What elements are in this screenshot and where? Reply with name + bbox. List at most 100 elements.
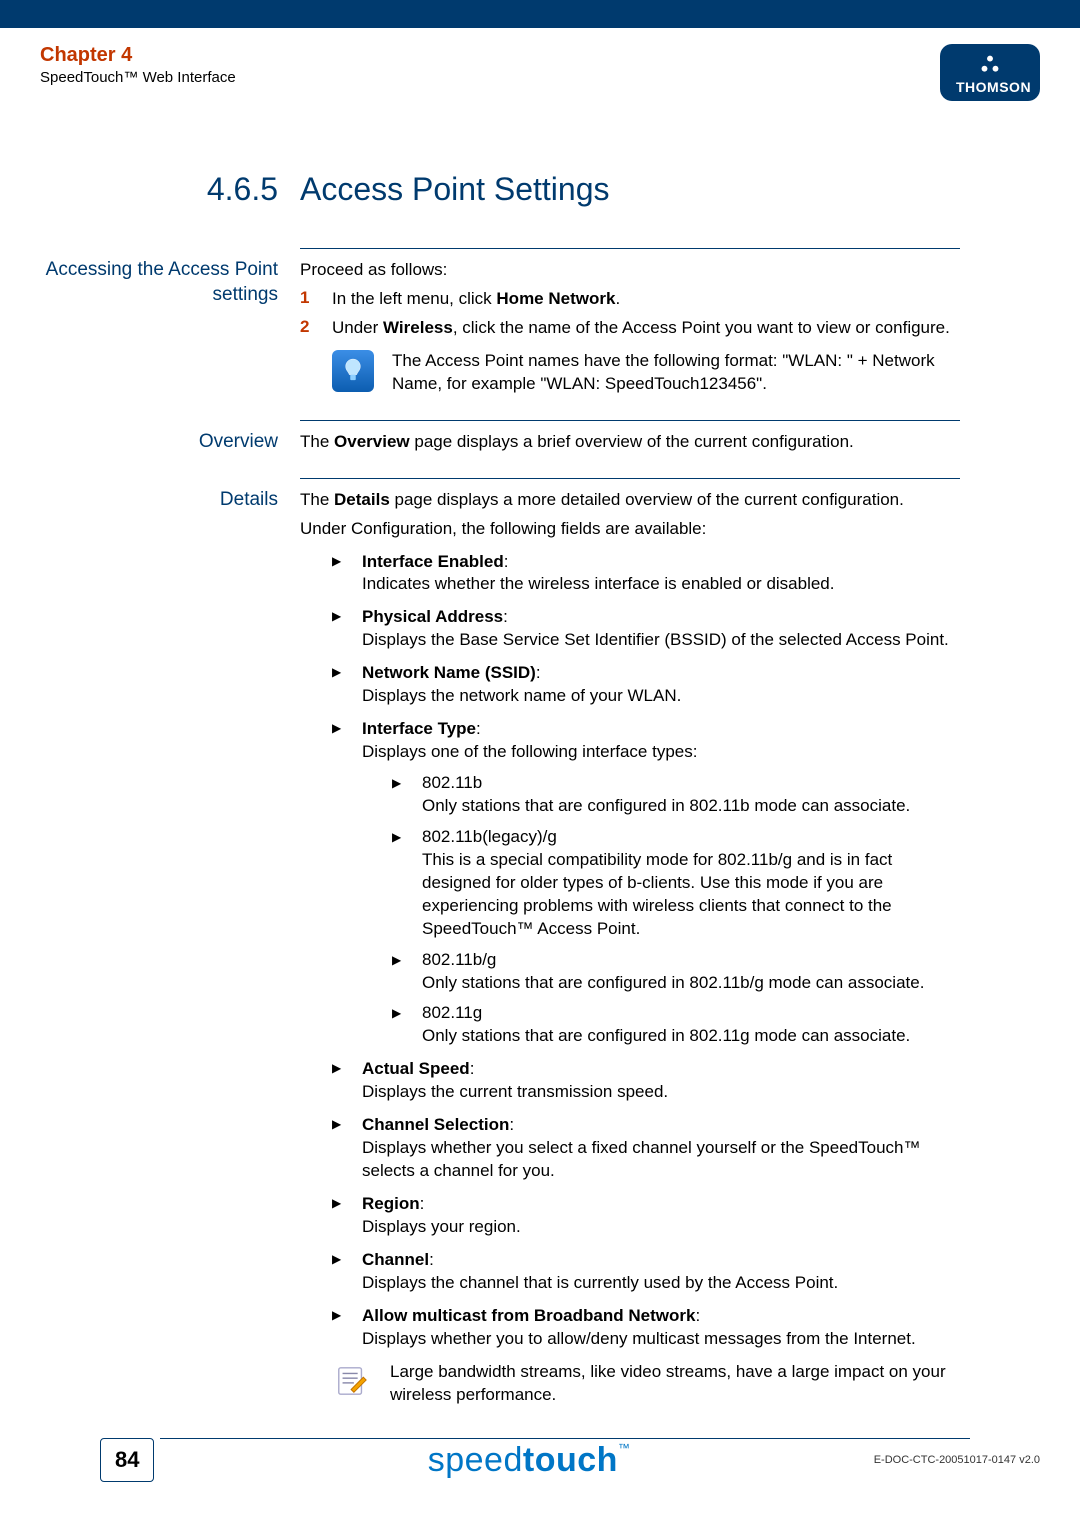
- field-allow-multicast: ▶ Allow multicast from Broadband Network…: [332, 1305, 960, 1351]
- block-accessing: Accessing the Access Point settings Proc…: [0, 248, 960, 410]
- logo-part-a: speed: [428, 1441, 523, 1479]
- bullet-body: Interface Enabled:Indicates whether the …: [362, 551, 835, 597]
- bullet-body: Channel Selection:Displays whether you s…: [362, 1114, 960, 1183]
- txt: , click the name of the Access Point you…: [453, 318, 950, 337]
- tip: The Access Point names have the followin…: [332, 350, 960, 396]
- triangle-icon: ▶: [392, 949, 406, 995]
- chapter-title: Chapter 4: [40, 44, 236, 67]
- iftype-80211g: ▶ 802.11gOnly stations that are configur…: [392, 1002, 960, 1048]
- details-intro: The Details page displays a more detaile…: [300, 489, 960, 512]
- txt-bold: Actual Speed: [362, 1059, 470, 1078]
- note-text: Large bandwidth streams, like video stre…: [390, 1361, 960, 1407]
- txt: The: [300, 490, 334, 509]
- body-details: The Details page displays a more detaile…: [300, 478, 960, 1421]
- txt: Only stations that are configured in 802…: [422, 796, 910, 815]
- step-2-text: Under Wireless, click the name of the Ac…: [332, 317, 950, 340]
- field-actual-speed: ▶ Actual Speed:Displays the current tran…: [332, 1058, 960, 1104]
- triangle-icon: ▶: [332, 551, 346, 597]
- txt: Displays whether you to allow/deny multi…: [362, 1329, 916, 1348]
- txt: Displays the network name of your WLAN.: [362, 686, 681, 705]
- field-physical-address: ▶ Physical Address:Displays the Base Ser…: [332, 606, 960, 652]
- overview-text: The Overview page displays a brief overv…: [300, 431, 960, 454]
- note: Large bandwidth streams, like video stre…: [332, 1361, 960, 1407]
- txt: Indicates whether the wireless interface…: [362, 574, 835, 593]
- txt: Displays your region.: [362, 1217, 521, 1236]
- field-interface-type: ▶ Interface Type: Displays one of the fo…: [332, 718, 960, 1048]
- txt: 802.11b(legacy)/g: [422, 827, 557, 846]
- txt-bold: Wireless: [383, 318, 453, 337]
- step-2-num: 2: [300, 317, 316, 340]
- page-header: Chapter 4 SpeedTouch™ Web Interface THOM…: [0, 28, 1080, 101]
- triangle-icon: ▶: [332, 606, 346, 652]
- txt: .: [615, 289, 620, 308]
- txt-bold: Home Network: [496, 289, 615, 308]
- iftype-80211b-legacy-g: ▶ 802.11b(legacy)/gThis is a special com…: [392, 826, 960, 941]
- txt-bold: Overview: [334, 432, 410, 451]
- footer-rule: [160, 1438, 970, 1439]
- triangle-icon: ▶: [332, 1058, 346, 1104]
- bullet-body: Network Name (SSID):Displays the network…: [362, 662, 681, 708]
- txt-bold: Channel Selection: [362, 1115, 509, 1134]
- txt: Only stations that are configured in 802…: [422, 973, 924, 992]
- triangle-icon: ▶: [392, 1002, 406, 1048]
- txt-bold: Allow multicast from Broadband Network: [362, 1306, 695, 1325]
- triangle-icon: ▶: [392, 826, 406, 941]
- iftype-80211bg: ▶ 802.11b/g Only stations that are config…: [392, 949, 960, 995]
- triangle-icon: ▶: [332, 1305, 346, 1351]
- body-overview: The Overview page displays a brief overv…: [300, 420, 960, 468]
- txt: Under: [332, 318, 383, 337]
- iftype-80211b: ▶ 802.11b Only stations that are configur…: [392, 772, 960, 818]
- txt: Displays the Base Service Set Identifier…: [362, 630, 949, 649]
- triangle-icon: ▶: [332, 662, 346, 708]
- txt: Displays the current transmission speed.: [362, 1082, 668, 1101]
- txt-bold: Region: [362, 1194, 420, 1213]
- tip-text: The Access Point names have the followin…: [392, 350, 960, 396]
- field-channel: ▶ Channel:Displays the channel that is c…: [332, 1249, 960, 1295]
- txt-bold: Interface Enabled: [362, 552, 504, 571]
- txt-bold: Network Name (SSID): [362, 663, 536, 682]
- txt: Only stations that are configured in 802…: [422, 1026, 910, 1045]
- triangle-icon: ▶: [392, 772, 406, 818]
- accessing-intro: Proceed as follows:: [300, 259, 960, 282]
- txt: Displays one of the following interface …: [362, 742, 697, 761]
- thomson-logo-icon: [979, 54, 1001, 76]
- lightbulb-icon: [332, 350, 374, 392]
- header-left: Chapter 4 SpeedTouch™ Web Interface: [40, 44, 236, 86]
- txt-bold: Channel: [362, 1250, 429, 1269]
- section-heading: 4.6.5 Access Point Settings: [0, 171, 1080, 208]
- bullet-body: Region:Displays your region.: [362, 1193, 521, 1239]
- bullet-body: Allow multicast from Broadband Network:D…: [362, 1305, 916, 1351]
- doc-id: E-DOC-CTC-20051017-0147 v2.0: [874, 1454, 1040, 1466]
- details-subintro: Under Configuration, the following field…: [300, 518, 960, 541]
- page-number: 84: [100, 1438, 154, 1482]
- label-details: Details: [0, 478, 300, 1421]
- field-interface-enabled: ▶ Interface Enabled:Indicates whether th…: [332, 551, 960, 597]
- logo-tm: ™: [618, 1441, 631, 1455]
- triangle-icon: ▶: [332, 1249, 346, 1295]
- bullet-body: Channel:Displays the channel that is cur…: [362, 1249, 838, 1295]
- txt-bold: Interface Type: [362, 719, 476, 738]
- step-1-text: In the left menu, click Home Network.: [332, 288, 620, 311]
- thomson-logo: THOMSON: [940, 44, 1040, 101]
- top-bar: [0, 0, 1080, 28]
- txt-bold: Physical Address: [362, 607, 503, 626]
- triangle-icon: ▶: [332, 1114, 346, 1183]
- page-footer: 84 speedtouch™ E-DOC-CTC-20051017-0147 v…: [0, 1438, 1080, 1482]
- step-1-num: 1: [300, 288, 316, 311]
- sub-body: 802.11gOnly stations that are configured…: [422, 1002, 910, 1048]
- txt: page displays a brief overview of the cu…: [410, 432, 854, 451]
- txt: Displays the channel that is currently u…: [362, 1273, 838, 1292]
- note-icon: [332, 1361, 372, 1401]
- txt: 802.11b: [422, 773, 482, 792]
- field-region: ▶ Region:Displays your region.: [332, 1193, 960, 1239]
- section-title: Access Point Settings: [300, 171, 609, 208]
- bullet-body: Actual Speed:Displays the current transm…: [362, 1058, 668, 1104]
- txt: 802.11b/g: [422, 950, 496, 969]
- thomson-logo-text: THOMSON: [956, 79, 1024, 95]
- label-overview: Overview: [0, 420, 300, 468]
- chapter-subtitle: SpeedTouch™ Web Interface: [40, 69, 236, 86]
- content: Accessing the Access Point settings Proc…: [0, 248, 1080, 1421]
- section-number: 4.6.5: [0, 171, 300, 208]
- bullet-body: Interface Type: Displays one of the foll…: [362, 718, 960, 1048]
- txt: The: [300, 432, 334, 451]
